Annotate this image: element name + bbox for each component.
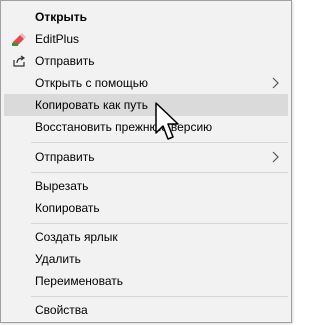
- editplus-icon: [11, 31, 27, 47]
- menu-separator: [31, 223, 288, 224]
- menu-item-rename[interactable]: Переименовать: [4, 270, 288, 292]
- share-icon: [11, 53, 27, 69]
- menu-item-create-shortcut[interactable]: Создать ярлык: [4, 226, 288, 248]
- pointer-cursor-icon: [154, 101, 182, 147]
- menu-item-label: Копировать: [35, 201, 100, 215]
- menu-item-label: Свойства: [35, 303, 88, 317]
- menu-item-label: Восстановить прежнюю версию: [35, 120, 213, 134]
- menu-item-editplus[interactable]: EditPlus: [4, 28, 288, 50]
- menu-separator: [31, 296, 288, 297]
- menu-item-label: Переименовать: [35, 274, 123, 288]
- menu-item-cut[interactable]: Вырезать: [4, 175, 288, 197]
- menu-item-properties[interactable]: Свойства: [4, 299, 288, 321]
- menu-item-label: EditPlus: [35, 32, 80, 46]
- menu-item-label: Отправить: [35, 150, 95, 164]
- menu-item-label: Создать ярлык: [35, 230, 118, 244]
- menu-item-label: Открыть: [35, 10, 88, 24]
- menu-item-label: Удалить: [35, 252, 81, 266]
- menu-item-label: Копировать как путь: [35, 98, 148, 112]
- menu-item-label: Вырезать: [35, 179, 89, 193]
- menu-item-label: Отправить: [35, 54, 95, 68]
- menu-item-share[interactable]: Отправить: [4, 50, 288, 72]
- menu-item-open-with[interactable]: Открыть с помощью: [4, 72, 288, 94]
- chevron-right-icon: [272, 150, 280, 164]
- menu-item-label: Открыть с помощью: [35, 76, 149, 90]
- menu-item-send-to[interactable]: Отправить: [4, 146, 288, 168]
- context-menu: Открыть EditPlus Отправить Открыть с пом…: [0, 0, 292, 323]
- menu-item-open[interactable]: Открыть: [4, 6, 288, 28]
- menu-item-copy[interactable]: Копировать: [4, 197, 288, 219]
- menu-item-restore-previous-version[interactable]: Восстановить прежнюю версию: [4, 116, 288, 138]
- menu-separator: [31, 172, 288, 173]
- menu-item-delete[interactable]: Удалить: [4, 248, 288, 270]
- chevron-right-icon: [272, 76, 280, 90]
- menu-item-copy-as-path[interactable]: Копировать как путь: [4, 94, 288, 116]
